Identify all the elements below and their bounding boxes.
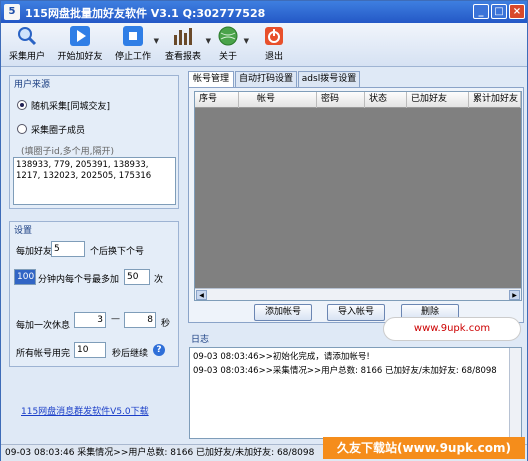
rest-label: 每加一次休息 xyxy=(16,321,71,331)
collect-users-button[interactable]: 采集用户 xyxy=(7,25,47,65)
globe-icon xyxy=(218,26,238,46)
settings-title: 设置 xyxy=(14,226,33,236)
resume-label: 所有帐号用完 xyxy=(16,349,71,359)
minutes-label: 分钟内每个号最多加 xyxy=(38,275,120,285)
dropdown-arrow-icon[interactable]: ▼ xyxy=(244,37,249,45)
every-add-input[interactable]: 5 xyxy=(51,241,85,257)
tab-account-management[interactable]: 帐号管理 xyxy=(188,71,234,88)
settings-group: 设置 每加好友 5 个后换下个号 100 分钟内每个号最多加 50 次 每加一次… xyxy=(9,221,179,367)
minimize-button[interactable]: _ xyxy=(473,4,489,19)
power-icon xyxy=(265,27,283,45)
close-button[interactable]: × xyxy=(509,4,525,19)
every-add-label: 每加好友 xyxy=(16,247,53,257)
play-icon xyxy=(70,26,90,46)
dropdown-arrow-icon[interactable]: ▼ xyxy=(154,37,159,45)
collect-users-label: 采集用户 xyxy=(8,52,45,62)
log-panel[interactable]: 09-03 08:03:46>>初始化完成，请添加帐号! 09-03 08:03… xyxy=(189,347,522,439)
circle-ids-textarea[interactable]: 138933, 779, 205391, 138933, 1217, 13202… xyxy=(13,157,176,205)
every-add-suffix: 个后换下个号 xyxy=(90,247,145,257)
log-line: 09-03 08:03:46>>采集情况>>用户总数: 8166 已加好友/未加… xyxy=(193,366,497,376)
column-header[interactable]: 帐号 xyxy=(239,92,317,108)
add-account-button[interactable]: 添加帐号 xyxy=(254,304,312,321)
start-add-friends-button[interactable]: 开始加好友 xyxy=(55,25,105,65)
promo-download-link[interactable]: 115网盘消息群发软件V5.0下载 xyxy=(21,404,149,417)
app-icon: 5 xyxy=(4,4,20,20)
max-add-suffix: 次 xyxy=(154,275,164,285)
stop-icon xyxy=(123,26,143,46)
help-icon[interactable]: ? xyxy=(153,344,165,356)
column-header[interactable]: 累计加好友 xyxy=(469,92,521,108)
import-account-button[interactable]: 导入帐号 xyxy=(327,304,385,321)
tab-adsl-dial[interactable]: adsl拨号设置 xyxy=(298,71,360,87)
circle-collect-label: 采集圈子成员 xyxy=(31,126,86,136)
rest-dash: — xyxy=(111,314,120,324)
minutes-input[interactable]: 100 xyxy=(14,269,36,285)
user-source-title: 用户来源 xyxy=(14,80,51,90)
stop-work-button[interactable]: 停止工作 ▼ xyxy=(113,25,159,65)
table-header: 序号 帐号 密码 状态 已加好友 累计加好友 xyxy=(195,92,521,108)
about-button[interactable]: 关于 ▼ xyxy=(213,25,249,65)
about-label: 关于 xyxy=(218,52,237,62)
tab-auto-captcha[interactable]: 自动打码设置 xyxy=(235,71,297,87)
log-title: 日志 xyxy=(191,335,210,345)
maximize-button[interactable]: □ xyxy=(491,4,507,19)
dropdown-arrow-icon[interactable]: ▼ xyxy=(206,37,211,45)
watermark-banner: 久友下载站(www.9upk.com) xyxy=(323,437,525,459)
exit-label: 退出 xyxy=(264,52,283,62)
scroll-left-icon[interactable]: ◀ xyxy=(196,290,207,300)
random-collect-label: 随机采集[同城交友] xyxy=(31,102,111,112)
toolbar: 采集用户 开始加好友 停止工作 ▼ 查看报表 ▼ 关于 ▼ 退出 xyxy=(1,23,527,67)
accounts-table[interactable]: 序号 帐号 密码 状态 已加好友 累计加好友 ◀ ▶ xyxy=(194,91,522,301)
stop-work-label: 停止工作 xyxy=(114,52,151,62)
vertical-scrollbar[interactable] xyxy=(509,348,521,438)
horizontal-scrollbar[interactable]: ◀ ▶ xyxy=(195,288,521,300)
resume-suffix: 秒后继续 xyxy=(112,349,149,359)
app-window: 5 115网盘批量加好友软件 V3.1 Q:302777528 _ □ × 采集… xyxy=(0,0,528,461)
report-icon xyxy=(174,28,192,45)
rest-unit: 秒 xyxy=(161,319,171,329)
random-collect-radio[interactable] xyxy=(17,100,27,110)
circle-collect-radio[interactable] xyxy=(17,124,27,134)
log-line: 09-03 08:03:46>>初始化完成，请添加帐号! xyxy=(193,352,370,362)
column-header[interactable]: 已加好友 xyxy=(407,92,469,108)
circle-id-hint: (填圈子id,多个用,隔开) xyxy=(21,147,114,157)
exit-button[interactable]: 退出 xyxy=(259,25,289,65)
window-title: 115网盘批量加好友软件 V3.1 Q:302777528 xyxy=(25,7,266,20)
user-source-group: 用户来源 随机采集[同城交友] 采集圈子成员 (填圈子id,多个用,隔开) 13… xyxy=(9,75,179,209)
column-header[interactable]: 状态 xyxy=(365,92,407,108)
title-bar: 5 115网盘批量加好友软件 V3.1 Q:302777528 _ □ × xyxy=(1,1,527,23)
column-header[interactable]: 序号 xyxy=(195,92,239,108)
watermark-bubble: www.9upk.com xyxy=(383,317,521,341)
column-header[interactable]: 密码 xyxy=(317,92,365,108)
view-report-label: 查看报表 xyxy=(164,52,201,62)
rest-min-input[interactable]: 3 xyxy=(74,312,106,328)
magnifier-icon xyxy=(18,27,37,46)
scroll-right-icon[interactable]: ▶ xyxy=(509,290,520,300)
rest-max-input[interactable]: 8 xyxy=(124,312,156,328)
view-report-button[interactable]: 查看报表 ▼ xyxy=(161,25,211,65)
max-add-input[interactable]: 50 xyxy=(124,269,150,285)
resume-input[interactable]: 10 xyxy=(74,342,106,358)
start-add-friends-label: 开始加好友 xyxy=(57,52,103,62)
